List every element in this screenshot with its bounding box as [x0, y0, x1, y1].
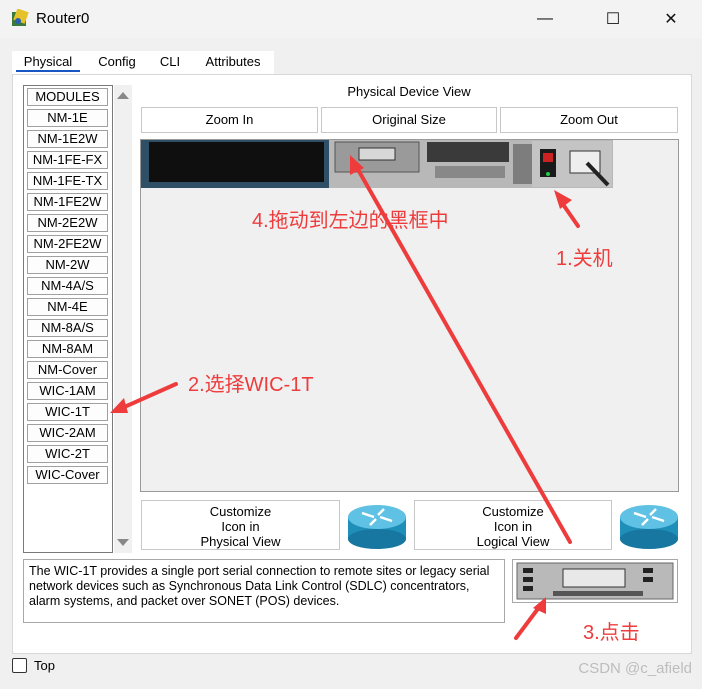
click-arrow: [514, 604, 542, 640]
watermark: CSDN @c_afield: [578, 660, 692, 677]
annotation-drag: 4.拖动到左边的黑框中: [252, 210, 449, 232]
annotation-click: 3.点击: [583, 622, 640, 644]
annotation-arrows: [110, 155, 580, 640]
annotation-select-module: 2.选择WIC-1T: [188, 374, 314, 396]
select-arrow: [120, 382, 178, 410]
annotation-power-off: 1.关机: [556, 248, 613, 270]
